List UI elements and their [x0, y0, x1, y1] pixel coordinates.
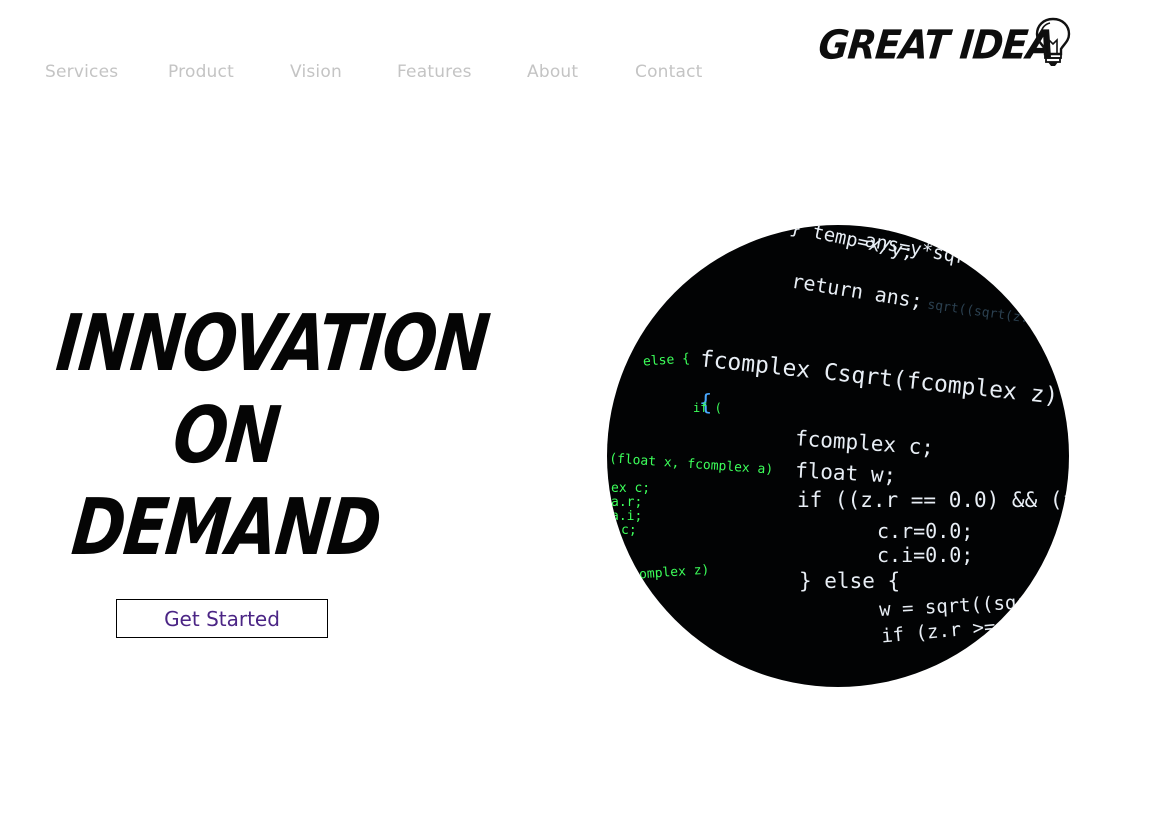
code-text: c.i=0.0;	[877, 543, 974, 567]
code-text: fcomplex Csqrt(fcomplex z)	[698, 346, 1060, 410]
hero-title: INNOVATION ON DEMAND	[20, 298, 493, 574]
code-text: omplex z)	[638, 562, 710, 583]
code-text: float w;	[794, 458, 897, 488]
nav-product[interactable]: Product	[168, 62, 234, 82]
lightbulb-icon	[1034, 16, 1072, 73]
nav-contact[interactable]: Contact	[635, 62, 703, 82]
code-text: sqrt((sqrt(z.r	[926, 297, 1038, 328]
code-text: ex c;	[611, 481, 651, 496]
code-text: c;	[621, 523, 637, 538]
logo-text: GREAT IDEA	[816, 22, 1057, 69]
hero-title-line: INNOVATION	[52, 299, 493, 389]
code-text: (float x, fcomplex a)	[608, 451, 774, 478]
nav-features[interactable]: Features	[397, 62, 472, 82]
code-text: return ans;	[789, 268, 925, 314]
code-text: if (	[693, 401, 722, 415]
hero-title-line: ON	[169, 391, 283, 481]
code-text: c.r=0.0;	[877, 519, 974, 543]
get-started-button[interactable]: Get Started	[116, 599, 328, 638]
code-text: a.r;	[611, 495, 643, 510]
code-text: a.i;	[611, 509, 643, 524]
nav-vision[interactable]: Vision	[290, 62, 342, 82]
hero-title-line: DEMAND	[68, 483, 384, 573]
nav-services[interactable]: Services	[45, 62, 118, 82]
code-text: } else {	[799, 569, 901, 593]
code-image: } temp=x/y; ans=y*sqrt(1.0+temp*temp ret…	[607, 225, 1069, 687]
code-text: if ((z.r == 0.0) && (z.i == 0.0)) {	[797, 488, 1069, 512]
code-text: fcomplex c;	[794, 426, 935, 460]
nav-about[interactable]: About	[527, 62, 578, 82]
code-text: else {	[642, 351, 691, 370]
